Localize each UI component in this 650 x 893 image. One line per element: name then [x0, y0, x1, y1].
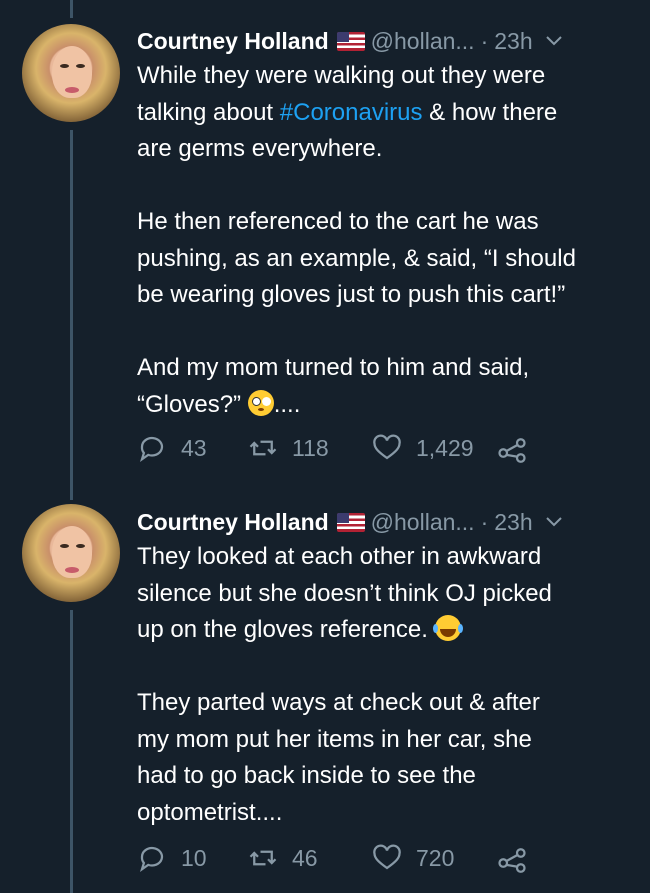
tweet[interactable]: Courtney Holland @hollan... · 23h They l… [0, 490, 650, 893]
tweet-text: They looked at each other in awkward sil… [137, 539, 627, 831]
chevron-down-icon[interactable] [545, 511, 563, 534]
display-name[interactable]: Courtney Holland [137, 509, 329, 536]
tweet-paragraph: And my mom turned to him and said, “Glov… [137, 354, 530, 418]
tears-of-joy-emoji-icon [432, 615, 461, 641]
reply-icon [139, 846, 164, 873]
reply-count: 10 [181, 844, 207, 871]
tweet-text-line: While they were walking out they were [137, 62, 546, 89]
separator-dot: · [480, 27, 489, 54]
like-button[interactable]: 720 [372, 843, 497, 873]
reply-count: 43 [181, 434, 207, 461]
tweet-actions: 43 118 1,429 [137, 428, 541, 468]
like-icon [373, 434, 401, 460]
display-name[interactable]: Courtney Holland [137, 28, 329, 55]
tweet-text-line: talking about [137, 98, 280, 126]
flushed-face-emoji-icon [247, 389, 274, 416]
retweet-count: 118 [292, 434, 329, 461]
tweet-text: While they were walking out they were ta… [137, 58, 627, 423]
reply-button[interactable]: 10 [137, 843, 248, 873]
retweet-count: 46 [292, 844, 318, 871]
user-handle[interactable]: @hollan... [371, 509, 475, 536]
like-icon [373, 844, 401, 870]
avatar[interactable] [22, 504, 120, 602]
tweet-text-line: are germs everywhere. [137, 135, 383, 162]
user-handle[interactable]: @hollan... [371, 28, 475, 55]
tweet-text-ellipsis: .... [273, 390, 301, 418]
tweet-paragraph: They looked at each other in awkward sil… [137, 543, 552, 643]
avatar-eye-right [76, 64, 85, 68]
like-button[interactable]: 1,429 [372, 433, 497, 463]
hashtag-link[interactable]: #Coronavirus [280, 99, 423, 126]
us-flag-icon [336, 512, 365, 532]
retweet-button[interactable]: 46 [248, 843, 372, 873]
tweet-text-line: & how there [422, 98, 558, 126]
tweet-paragraph: They parted ways at check out & after my… [137, 689, 540, 826]
retweet-icon [249, 850, 277, 866]
separator-dot: · [480, 508, 489, 535]
timestamp[interactable]: 23h [494, 509, 532, 536]
retweet-button[interactable]: 118 [248, 433, 372, 463]
tweet-actions: 10 46 720 [137, 838, 541, 878]
avatar-eye-right [76, 544, 85, 548]
share-icon [498, 848, 526, 873]
like-count: 720 [416, 844, 455, 871]
avatar-lips [65, 87, 79, 93]
avatar[interactable] [22, 24, 120, 122]
reply-icon [139, 436, 164, 463]
chevron-down-icon[interactable] [545, 30, 563, 53]
avatar-lips [65, 567, 79, 573]
avatar-eye-left [60, 64, 69, 68]
reply-button[interactable]: 43 [137, 433, 248, 463]
share-button[interactable] [497, 433, 541, 463]
timestamp[interactable]: 23h [494, 28, 532, 55]
tweet-header: Courtney Holland @hollan... · 23h [137, 505, 563, 539]
avatar-eye-left [60, 544, 69, 548]
share-button[interactable] [497, 843, 541, 873]
like-count: 1,429 [416, 434, 474, 461]
tweet-paragraph: He then referenced to the cart he was pu… [137, 208, 576, 308]
share-icon [498, 438, 526, 463]
us-flag-icon [336, 31, 365, 51]
tweet[interactable]: Courtney Holland @hollan... · 23h While … [0, 0, 650, 490]
retweet-icon [249, 440, 277, 456]
tweet-header: Courtney Holland @hollan... · 23h [137, 24, 563, 58]
